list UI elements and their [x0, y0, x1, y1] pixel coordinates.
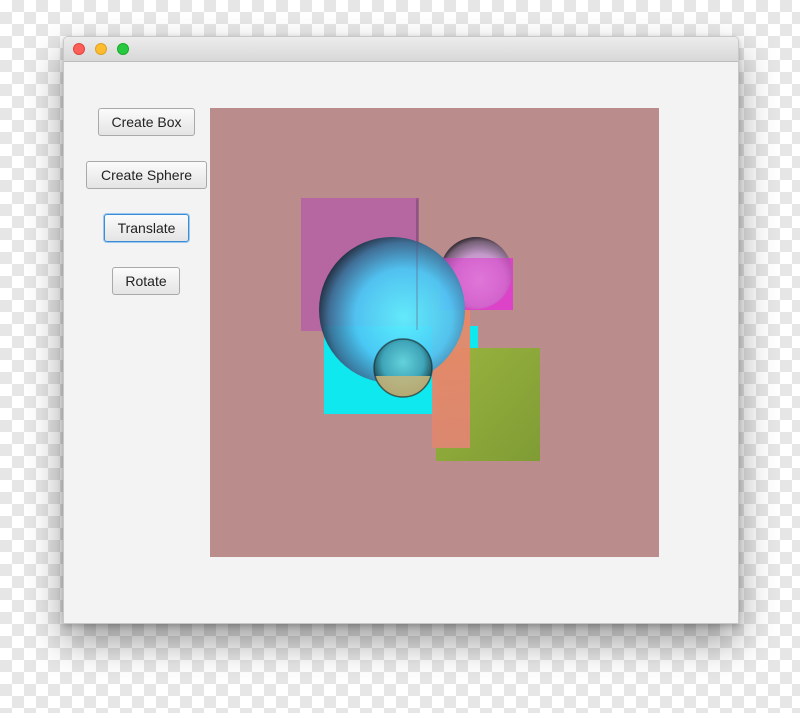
- scene-graphics: [301, 198, 540, 461]
- title-bar: [64, 37, 738, 62]
- 3d-scene-canvas[interactable]: [210, 108, 659, 557]
- close-window-icon[interactable]: [73, 43, 85, 55]
- translate-button[interactable]: Translate: [104, 214, 189, 242]
- content-area: Create Box Create Sphere Translate Rotat…: [64, 61, 738, 623]
- create-box-button[interactable]: Create Box: [98, 108, 195, 136]
- app-window: Create Box Create Sphere Translate Rotat…: [63, 36, 739, 624]
- rotate-button[interactable]: Rotate: [112, 267, 180, 295]
- zoom-window-icon[interactable]: [117, 43, 129, 55]
- minimize-window-icon[interactable]: [95, 43, 107, 55]
- create-sphere-button[interactable]: Create Sphere: [86, 161, 207, 189]
